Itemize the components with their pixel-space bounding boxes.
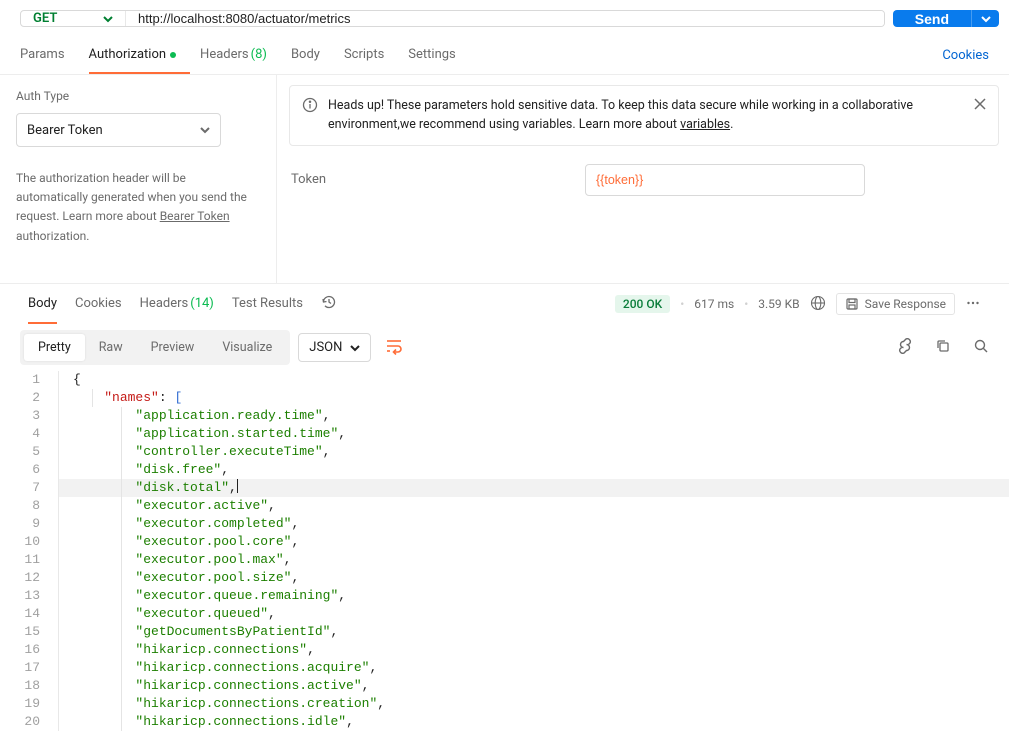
status-size: 3.59 KB bbox=[758, 297, 799, 311]
status-time: 617 ms bbox=[694, 297, 734, 311]
status-code: 200 OK bbox=[615, 295, 670, 313]
code-content: { "names": [ "application.ready.time", "… bbox=[58, 371, 1009, 731]
response-status: 200 OK • 617 ms • 3.59 KB Save Response bbox=[615, 293, 981, 315]
view-visualize[interactable]: Visualize bbox=[208, 334, 286, 361]
save-icon bbox=[845, 297, 859, 311]
auth-type-panel: Auth Type Bearer Token The authorization… bbox=[0, 75, 277, 283]
chevron-down-icon bbox=[350, 343, 360, 353]
headers-count: (8) bbox=[251, 47, 267, 62]
view-preview[interactable]: Preview bbox=[137, 334, 209, 361]
auth-type-label: Auth Type bbox=[16, 89, 260, 103]
auth-type-value: Bearer Token bbox=[27, 123, 103, 138]
view-raw[interactable]: Raw bbox=[85, 334, 137, 361]
format-select[interactable]: JSON bbox=[298, 333, 371, 362]
tab-scripts[interactable]: Scripts bbox=[344, 37, 398, 74]
search-icon[interactable] bbox=[973, 338, 989, 358]
token-row: Token bbox=[289, 146, 999, 196]
request-tabs: Params Authorization Headers (8) Body Sc… bbox=[0, 37, 1009, 75]
info-icon bbox=[302, 97, 318, 117]
authorization-panel: Auth Type Bearer Token The authorization… bbox=[0, 75, 1009, 284]
response-body-viewer[interactable]: 1234567891011121314151617181920 { "names… bbox=[0, 371, 1009, 731]
line-gutter: 1234567891011121314151617181920 bbox=[0, 371, 58, 731]
copy-icon[interactable] bbox=[935, 338, 951, 358]
info-text: Heads up! These parameters hold sensitiv… bbox=[328, 96, 964, 135]
info-banner: Heads up! These parameters hold sensitiv… bbox=[289, 85, 999, 146]
view-pretty[interactable]: Pretty bbox=[24, 334, 85, 361]
chevron-down-icon bbox=[103, 14, 113, 24]
save-response-label: Save Response bbox=[865, 297, 946, 311]
view-mode-segment: Pretty Raw Preview Visualize bbox=[20, 330, 290, 365]
more-icon[interactable] bbox=[965, 295, 981, 314]
save-response-button[interactable]: Save Response bbox=[836, 293, 955, 315]
auth-type-select[interactable]: Bearer Token bbox=[16, 113, 221, 147]
resp-tab-test-results[interactable]: Test Results bbox=[232, 284, 303, 324]
method-url-group: GET bbox=[20, 10, 885, 27]
tab-headers[interactable]: Headers (8) bbox=[200, 37, 281, 74]
chevron-down-icon bbox=[981, 14, 991, 24]
body-controls: Pretty Raw Preview Visualize JSON bbox=[0, 324, 1009, 371]
history-icon[interactable] bbox=[321, 294, 337, 314]
body-action-icons bbox=[897, 338, 989, 358]
tab-label: Headers bbox=[140, 296, 189, 311]
cookies-link[interactable]: Cookies bbox=[942, 48, 989, 63]
wrap-lines-button[interactable] bbox=[379, 331, 409, 365]
auth-config-panel: Heads up! These parameters hold sensitiv… bbox=[277, 75, 1009, 283]
tab-authorization[interactable]: Authorization bbox=[89, 37, 191, 74]
auth-description: The authorization header will be automat… bbox=[16, 169, 260, 246]
tab-label: Authorization bbox=[89, 47, 167, 62]
active-dot-icon bbox=[170, 52, 176, 58]
response-tabs: Body Cookies Headers (14) Test Results 2… bbox=[0, 284, 1009, 324]
method-value: GET bbox=[33, 11, 57, 26]
url-input[interactable] bbox=[126, 11, 884, 26]
send-button[interactable]: Send bbox=[893, 10, 971, 27]
variables-link[interactable]: variables bbox=[680, 117, 730, 132]
link-icon[interactable] bbox=[897, 338, 913, 358]
send-button-group: Send bbox=[893, 10, 999, 27]
format-value: JSON bbox=[309, 340, 342, 355]
send-button-dropdown[interactable] bbox=[971, 10, 999, 27]
url-bar: GET Send bbox=[0, 0, 1009, 37]
resp-tab-cookies[interactable]: Cookies bbox=[75, 284, 122, 324]
tab-body[interactable]: Body bbox=[291, 37, 334, 74]
close-icon[interactable] bbox=[974, 98, 986, 114]
bearer-token-link[interactable]: Bearer Token bbox=[160, 209, 230, 223]
resp-headers-count: (14) bbox=[190, 296, 214, 311]
method-select[interactable]: GET bbox=[21, 11, 126, 26]
chevron-down-icon bbox=[200, 125, 210, 135]
tab-label: Headers bbox=[200, 47, 249, 62]
resp-tab-headers[interactable]: Headers (14) bbox=[140, 284, 214, 324]
tab-settings[interactable]: Settings bbox=[408, 37, 469, 74]
network-icon[interactable] bbox=[810, 295, 826, 314]
resp-tab-body[interactable]: Body bbox=[28, 284, 57, 324]
tab-params[interactable]: Params bbox=[20, 37, 79, 74]
token-input[interactable] bbox=[585, 164, 865, 196]
token-label: Token bbox=[291, 172, 585, 187]
